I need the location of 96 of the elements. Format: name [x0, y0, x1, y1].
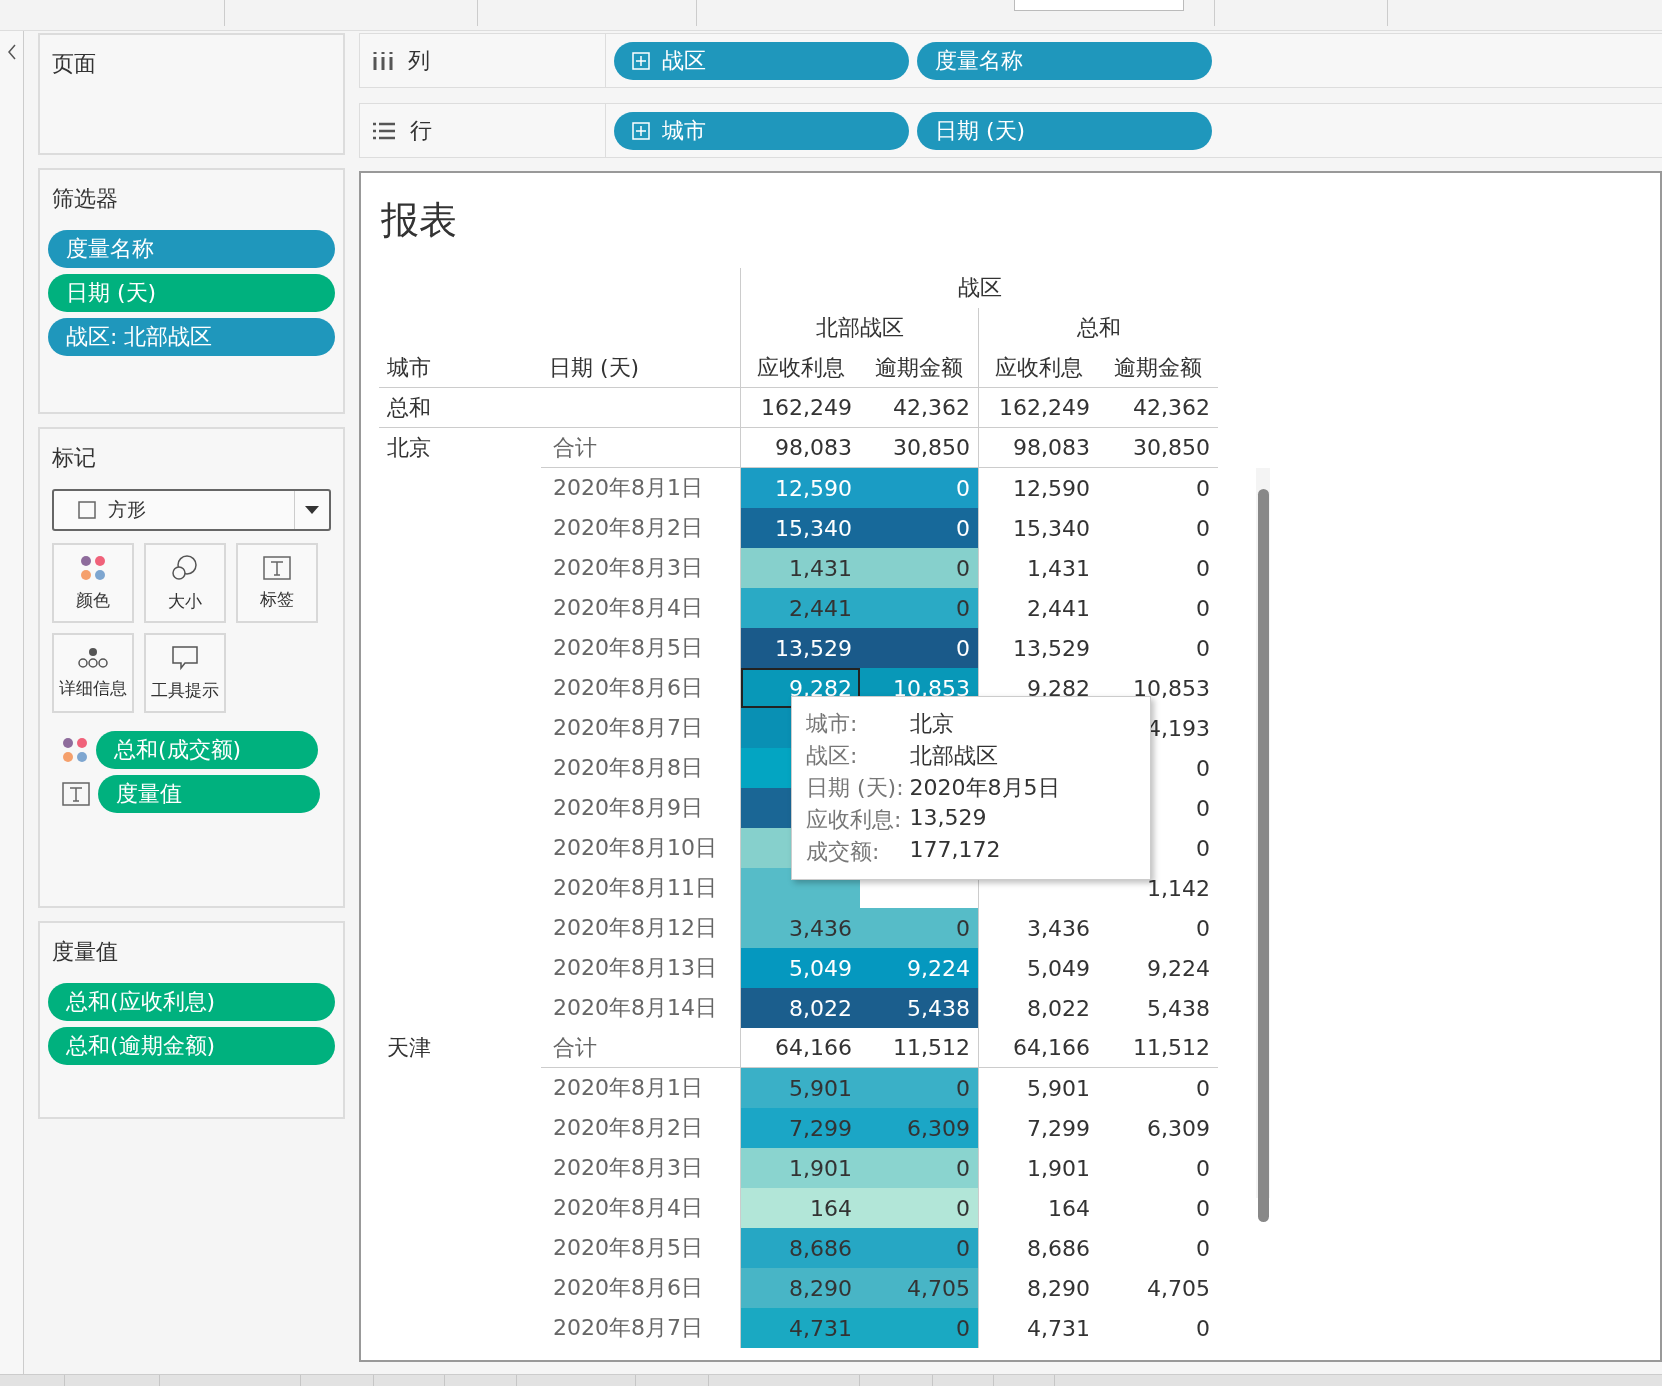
table-cell-text: 6,309	[1146, 1114, 1211, 1143]
table-cell: 5,901	[978, 1068, 1098, 1108]
card-title: 度量值	[52, 938, 119, 966]
table-cell-text: 0	[1195, 1194, 1211, 1223]
total-cell: 42,362	[1098, 388, 1218, 428]
subtotal-cell: 98,083	[978, 428, 1098, 468]
table-cell-text: 0	[1195, 1154, 1211, 1183]
tooltip-value: 177,172	[909, 837, 1002, 864]
subtotal-label: 合计	[541, 1028, 740, 1068]
date-label: 2020年8月13日	[552, 954, 718, 982]
table-cell-text: 0	[1195, 474, 1211, 503]
card-title: 页面	[52, 50, 97, 78]
table-cell-text: 0	[1195, 1314, 1211, 1343]
table-cell-text: 4,193	[1146, 714, 1211, 743]
date-label: 2020年8月11日	[552, 874, 718, 902]
table-cell: 13,529	[978, 628, 1098, 668]
date-label: 2020年8月6日	[552, 1274, 704, 1302]
date-label: 2020年8月10日	[552, 834, 718, 862]
table-cell-text: 5,438	[1146, 994, 1211, 1023]
column-header: 逾期金额	[860, 348, 978, 388]
view-title: 报表	[381, 197, 458, 244]
tooltip-value: 2020年8月5日	[909, 774, 1060, 802]
column-header: 总和	[978, 308, 1218, 348]
column-header: 北部战区	[740, 308, 978, 348]
date-label: 2020年8月3日	[552, 1154, 704, 1182]
tooltip-key: 城市:	[806, 709, 904, 739]
date-label: 2020年8月5日	[552, 1234, 704, 1262]
card-title: 筛选器	[52, 185, 119, 213]
date-label: 2020年8月4日	[552, 594, 704, 622]
table-cell-text: 0	[1195, 794, 1211, 823]
total-cell: 162,249	[978, 388, 1098, 428]
tooltip-key: 应收利息:	[806, 805, 904, 835]
date-label: 2020年8月2日	[552, 514, 704, 542]
table-cell: 4,731	[978, 1308, 1098, 1348]
subtotal-cell: 11,512	[1098, 1028, 1218, 1068]
column-header: 应收利息	[978, 348, 1098, 388]
table-cell: 12,590	[978, 468, 1098, 508]
date-label: 2020年8月1日	[552, 1074, 704, 1102]
table-cell: 8,290	[978, 1268, 1098, 1308]
tooltip-key: 战区:	[806, 741, 904, 771]
subtotal-cell: 64,166	[978, 1028, 1098, 1068]
table-cell-text: 0	[1195, 1074, 1211, 1103]
column-header: 逾期金额	[1098, 348, 1218, 388]
subtotal-label: 合计	[541, 428, 740, 468]
table-cell-text: 0	[1195, 834, 1211, 863]
table-cell: 8,022	[978, 988, 1098, 1028]
table-cell: 1,431	[978, 548, 1098, 588]
row-header: 日期 (天)	[541, 348, 740, 388]
date-label: 2020年8月6日	[552, 674, 704, 702]
column-header: 应收利息	[740, 348, 860, 388]
table-cell-text: 0	[1195, 754, 1211, 783]
total-cell: 42,362	[860, 388, 978, 428]
date-label: 2020年8月7日	[552, 1314, 704, 1342]
subtotal-cell: 30,850	[1098, 428, 1218, 468]
date-label: 2020年8月5日	[552, 634, 704, 662]
table-cell: 7,299	[978, 1108, 1098, 1148]
tooltip-value: 北部战区	[909, 742, 999, 770]
table-cell: 2,441	[978, 588, 1098, 628]
table-cell-text: 0	[1195, 514, 1211, 543]
table-cell: 5,049	[978, 948, 1098, 988]
table-cell: 1,901	[978, 1148, 1098, 1188]
date-label: 2020年8月8日	[552, 754, 704, 782]
row-header: 城市	[379, 348, 541, 388]
date-label: 2020年8月9日	[552, 794, 704, 822]
table-cell-text: 9,224	[1146, 954, 1211, 983]
row-label: 总和	[379, 388, 541, 428]
table-cell-text: 4,705	[1146, 1274, 1211, 1303]
city-label: 北京	[386, 434, 432, 462]
table-cell-text: 0	[1195, 914, 1211, 943]
date-label: 2020年8月3日	[552, 554, 704, 582]
table-cell-text: 0	[1195, 554, 1211, 583]
shelf-label: 行	[410, 116, 432, 145]
total-cell: 162,249	[740, 388, 860, 428]
card-title: 标记	[52, 444, 97, 472]
date-label: 2020年8月12日	[552, 914, 718, 942]
table-cell-text: 1,142	[1146, 874, 1211, 903]
shelf-label: 列	[408, 46, 430, 75]
date-label: 2020年8月4日	[552, 1194, 704, 1222]
date-label: 2020年8月2日	[552, 1114, 704, 1142]
table-cell: 3,436	[978, 908, 1098, 948]
tooltip-key: 日期 (天):	[806, 773, 904, 803]
table-cell: 8,686	[978, 1228, 1098, 1268]
tooltip-value: 13,529	[909, 805, 988, 832]
table-cell-text: 0	[1195, 1234, 1211, 1263]
city-label: 天津	[386, 1034, 432, 1062]
tooltip-key: 成交额:	[806, 837, 904, 867]
table-cell-text: 10,853	[1132, 674, 1211, 703]
tooltip-value: 北京	[909, 710, 955, 738]
column-header: 战区	[740, 268, 1218, 308]
date-label: 2020年8月14日	[552, 994, 718, 1022]
table-cell-text: 0	[1195, 594, 1211, 623]
table-cell: 164	[978, 1188, 1098, 1228]
date-label: 2020年8月7日	[552, 714, 704, 742]
table-cell: 15,340	[978, 508, 1098, 548]
date-label: 2020年8月1日	[552, 474, 704, 502]
table-cell-text: 0	[1195, 634, 1211, 663]
